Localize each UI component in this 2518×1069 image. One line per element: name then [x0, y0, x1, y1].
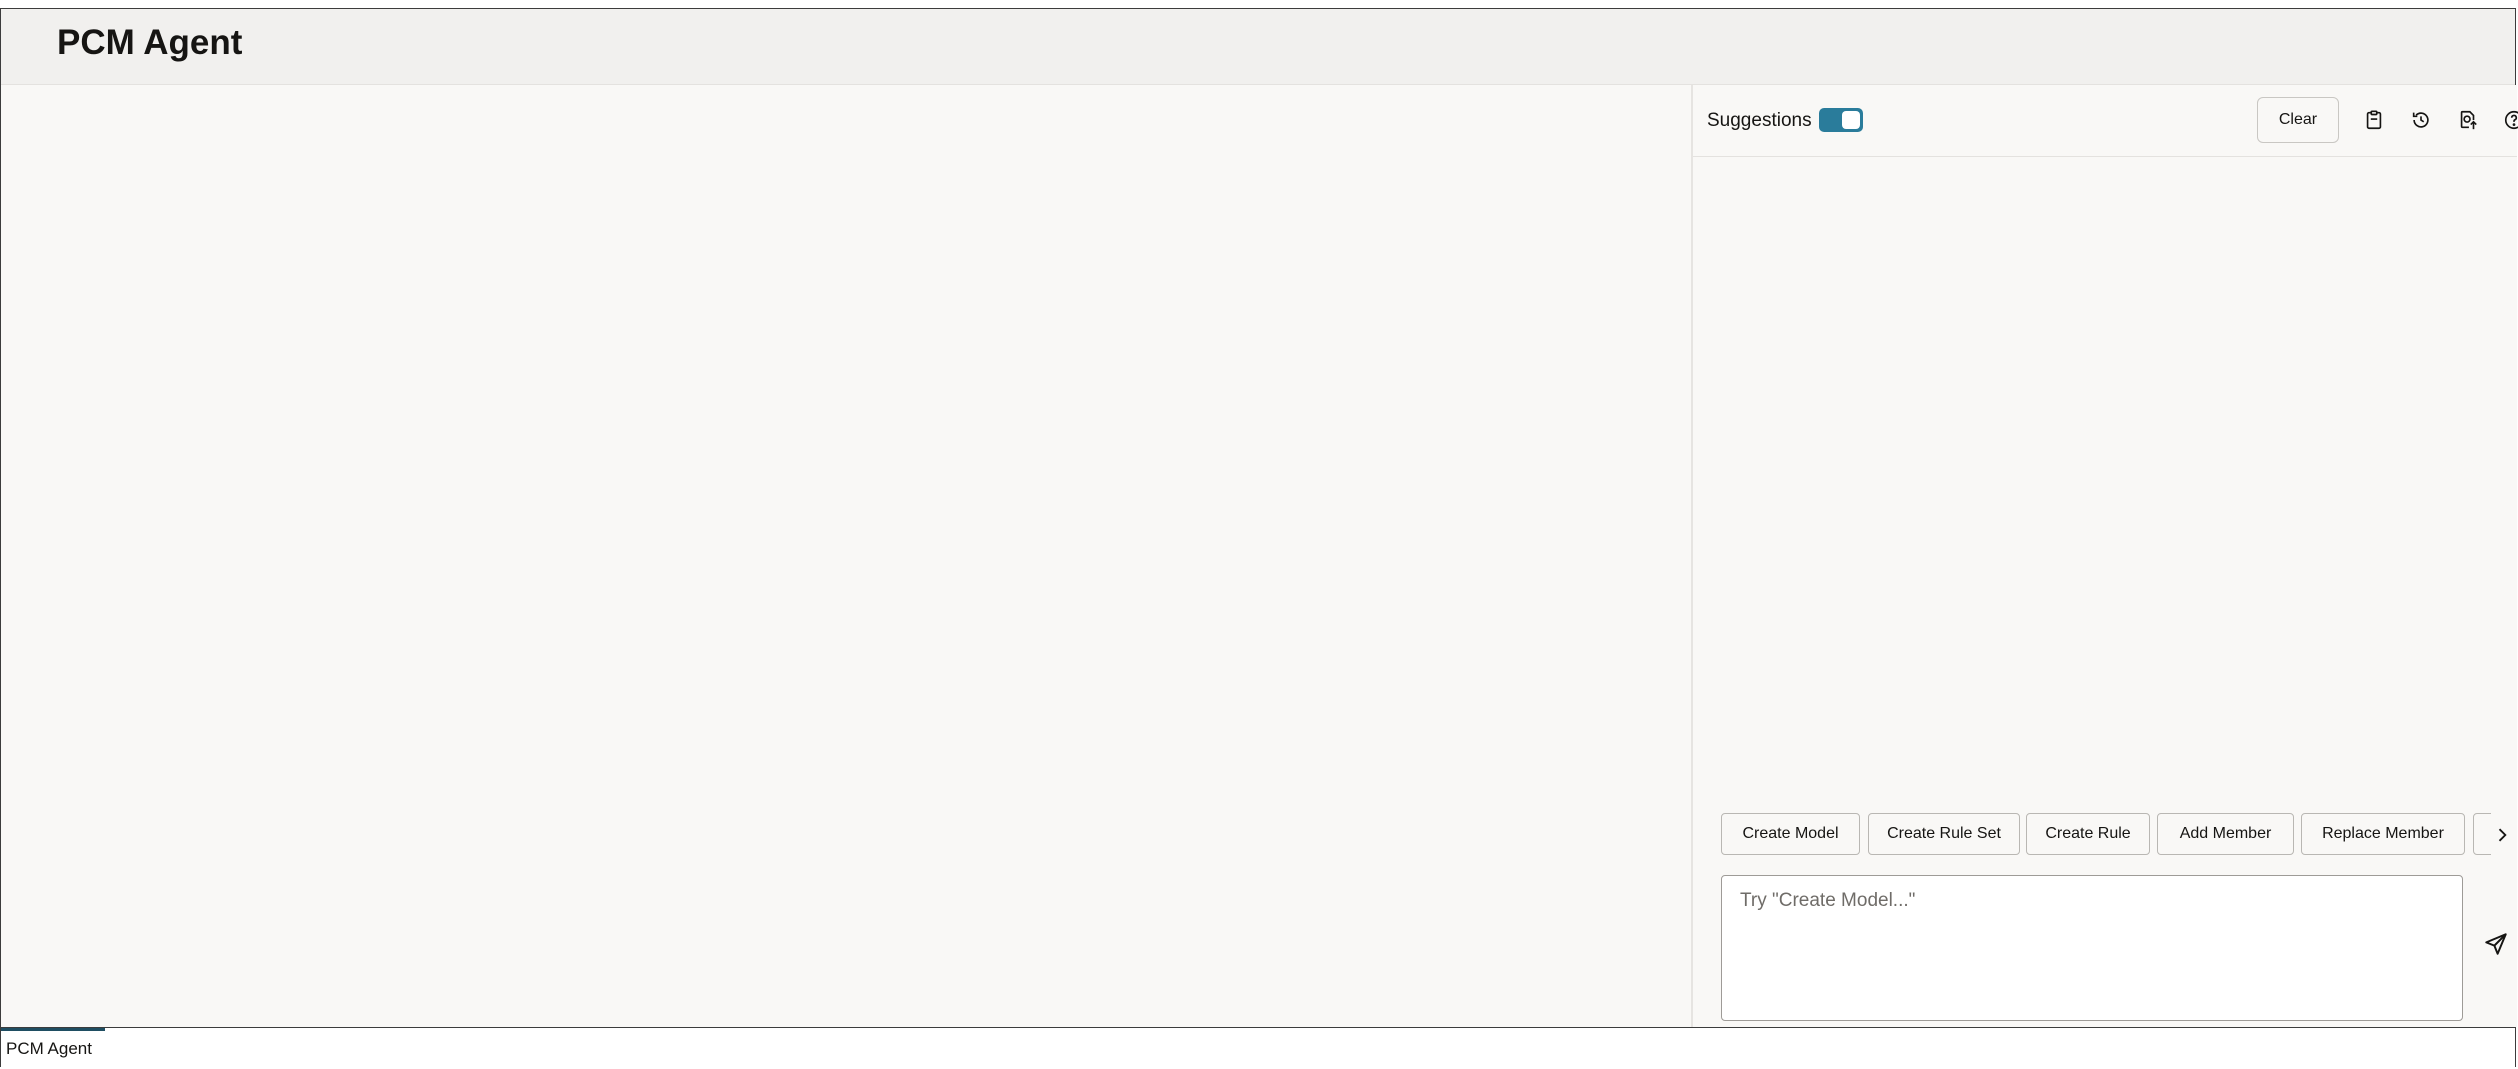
suggestions-toggle[interactable] [1819, 108, 1863, 132]
quick-action-bar: Create Model Create Rule Set Create Rule… [1721, 813, 2491, 857]
send-icon[interactable] [2481, 929, 2511, 959]
clipboard-icon[interactable] [2361, 107, 2387, 133]
main-canvas [1, 85, 1691, 1027]
create-model-chip[interactable]: Create Model [1721, 813, 1860, 855]
app-window: PCM Agent Suggestions Clear Create Model… [0, 8, 2518, 1067]
overflow-chip[interactable] [2473, 813, 2491, 855]
document-upload-icon[interactable] [2455, 107, 2481, 133]
history-icon[interactable] [2408, 107, 2434, 133]
suggestions-label: Suggestions [1707, 110, 1812, 131]
clear-button[interactable]: Clear [2257, 97, 2339, 143]
page-title: PCM Agent [57, 23, 243, 62]
app-header: PCM Agent [1, 9, 2515, 85]
active-tab-indicator [1, 1028, 105, 1031]
prompt-input[interactable] [1721, 875, 2463, 1021]
agent-panel-header: Suggestions Clear [1693, 85, 2518, 157]
chevron-right-icon[interactable] [2491, 821, 2513, 849]
bottom-tab-bar: PCM Agent [1, 1027, 2515, 1067]
toggle-knob [1842, 111, 1860, 129]
replace-member-chip[interactable]: Replace Member [2301, 813, 2465, 855]
agent-panel: Suggestions Clear Create Model Create Ru… [1691, 85, 2518, 1027]
create-rule-set-chip[interactable]: Create Rule Set [1868, 813, 2020, 855]
help-icon[interactable] [2501, 107, 2518, 133]
tab-pcm-agent[interactable]: PCM Agent [6, 1039, 92, 1059]
create-rule-chip[interactable]: Create Rule [2026, 813, 2150, 855]
add-member-chip[interactable]: Add Member [2157, 813, 2294, 855]
